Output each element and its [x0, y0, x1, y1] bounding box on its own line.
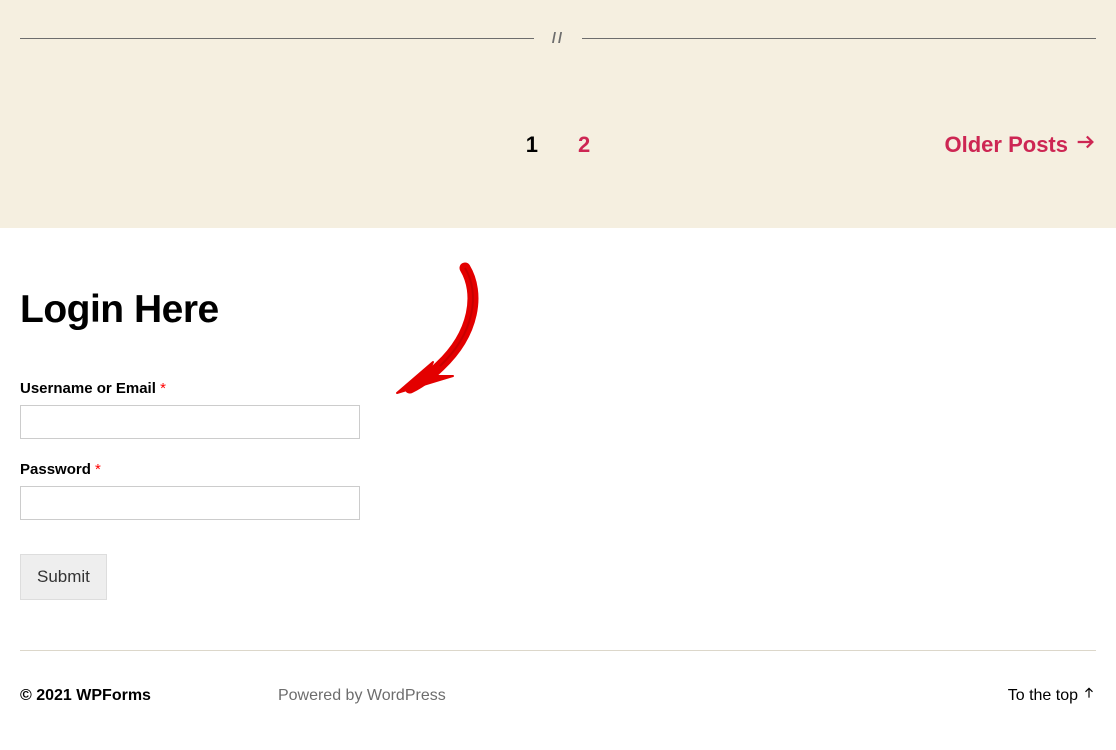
username-label: Username or Email * — [20, 380, 1096, 397]
divider-line-left — [20, 38, 534, 39]
login-widget-area: Login Here Username or Email * Password … — [0, 228, 1116, 650]
login-heading: Login Here — [20, 288, 1096, 332]
older-posts-link[interactable]: Older Posts — [945, 131, 1096, 159]
arrow-up-icon — [1082, 686, 1096, 705]
username-field-group: Username or Email * — [20, 380, 1096, 439]
site-footer: © 2021 WPForms Powered by WordPress To t… — [0, 651, 1116, 705]
password-field-group: Password * — [20, 461, 1096, 520]
required-mark: * — [160, 380, 166, 397]
pagination-section: // 1 2 Older Posts — [0, 0, 1116, 228]
pagination-row: 1 2 Older Posts — [20, 132, 1096, 158]
page-link-2[interactable]: 2 — [578, 132, 590, 158]
copyright-text: © 2021 WPForms — [20, 687, 151, 705]
page-current: 1 — [526, 132, 538, 158]
username-input[interactable] — [20, 405, 360, 439]
powered-by-link[interactable]: Powered by WordPress — [278, 687, 446, 705]
divider-line-right — [582, 38, 1096, 39]
to-top-link[interactable]: To the top — [1008, 686, 1096, 705]
password-label: Password * — [20, 461, 1096, 478]
password-input[interactable] — [20, 486, 360, 520]
divider-slashes: // — [552, 30, 564, 47]
arrow-right-icon — [1074, 131, 1096, 159]
section-divider: // — [20, 0, 1096, 47]
to-top-label: To the top — [1008, 687, 1078, 705]
required-mark: * — [95, 461, 101, 478]
older-posts-label: Older Posts — [945, 132, 1068, 158]
page-numbers: 1 2 — [526, 132, 591, 158]
submit-button[interactable]: Submit — [20, 554, 107, 600]
